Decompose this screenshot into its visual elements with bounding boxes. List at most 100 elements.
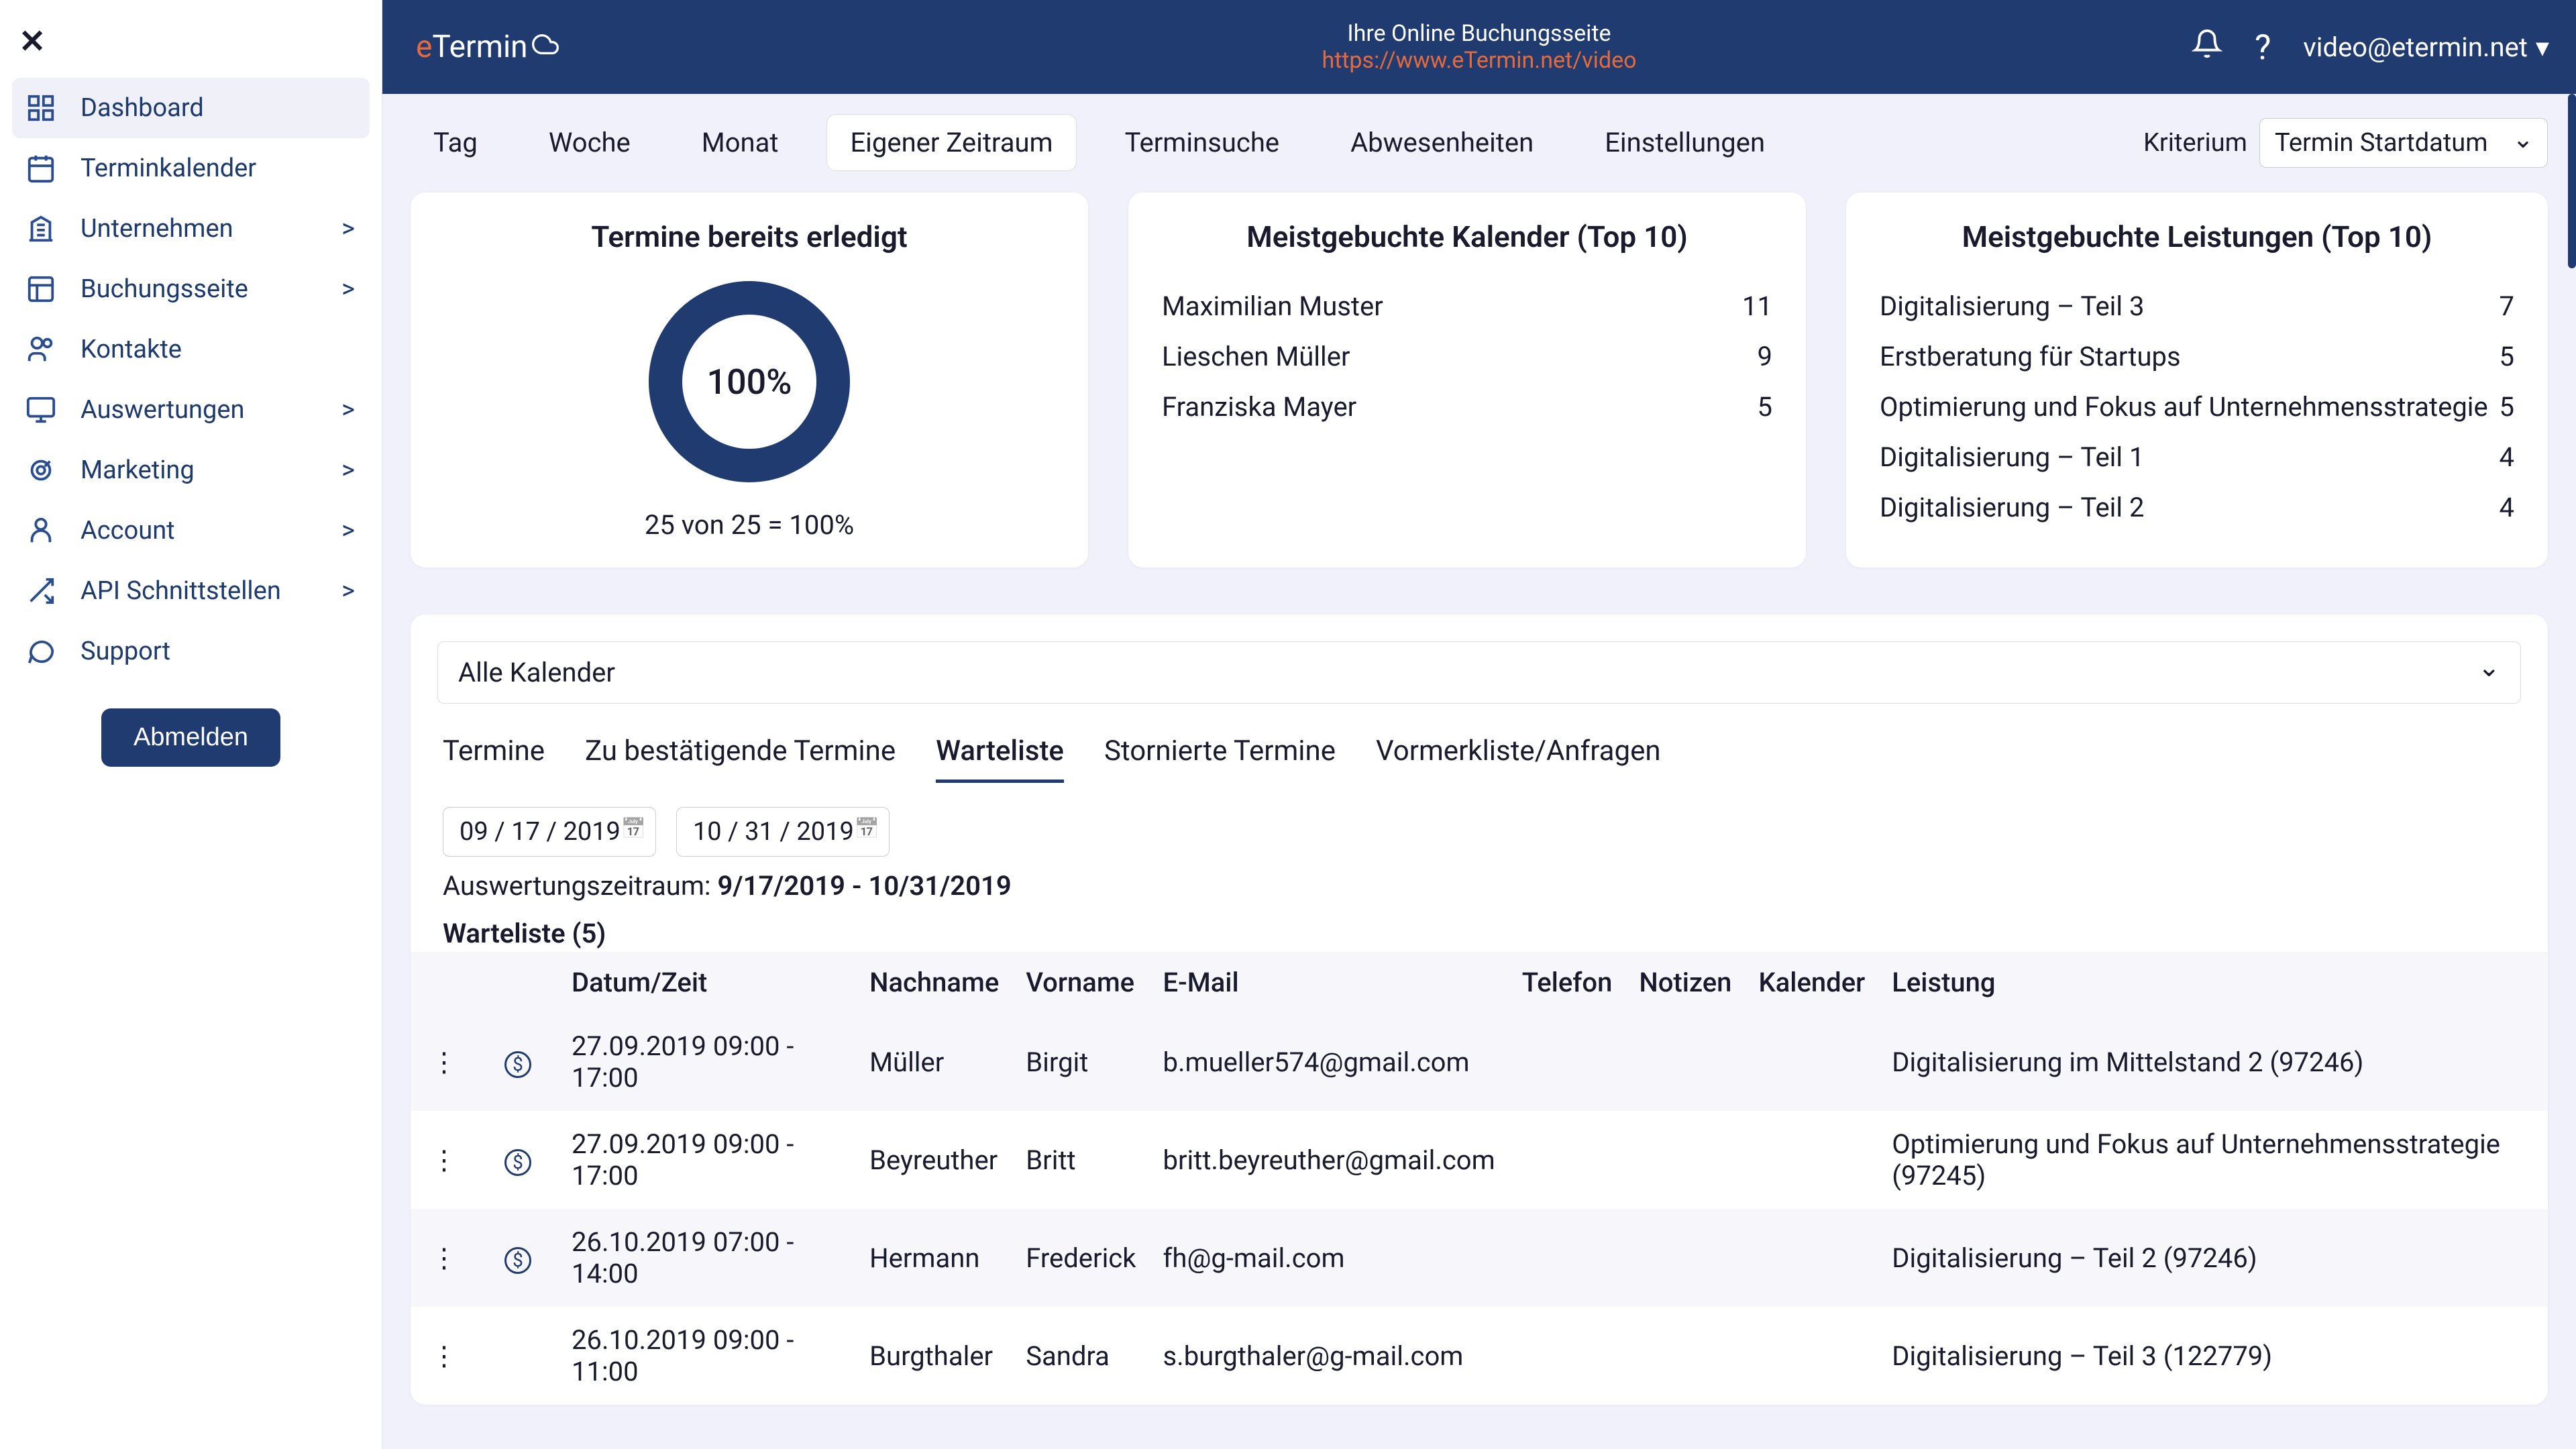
serv-list: Digitalisierung – Teil 37Erstberatung fü… (1880, 281, 2514, 533)
cal-list: Maximilian Muster11Lieschen Müller9Franz… (1162, 281, 1772, 432)
view-tab-woche[interactable]: Woche (526, 115, 653, 170)
row-payment-icon[interactable]: $ (478, 1111, 558, 1209)
cell-datetime: 26.10.2019 09:00 - 11:00 (558, 1307, 856, 1405)
cell-lastname: Hermann (856, 1209, 1012, 1307)
sidebar-item-unternehmen[interactable]: Unternehmen> (12, 199, 370, 259)
user-menu[interactable]: video@etermin.net ▾ (2303, 32, 2549, 63)
nav-icon (23, 513, 59, 549)
row-menu-icon[interactable]: ⋮ (411, 1111, 478, 1209)
calendar-filter-select[interactable]: Alle Kalender (437, 641, 2521, 704)
sub-tab-stornierte-termine[interactable]: Stornierte Termine (1104, 727, 1336, 783)
card-done-title: Termine bereits erledigt (444, 219, 1055, 254)
main: eTermin Ihre Online Buchungsseite https:… (382, 0, 2576, 1449)
nav-label: Terminkalender (80, 154, 359, 183)
cell-phone (1509, 1307, 1626, 1405)
row-payment-icon[interactable] (478, 1307, 558, 1405)
view-tab-terminsuche[interactable]: Terminsuche (1102, 115, 1302, 170)
logo: eTermin (416, 29, 559, 65)
view-tab-eigener-zeitraum[interactable]: Eigener Zeitraum (826, 114, 1076, 171)
row-menu-icon[interactable]: ⋮ (411, 1307, 478, 1405)
nav-icon (23, 573, 59, 609)
cell-service: Digitalisierung – Teil 2 (97246) (1878, 1209, 2548, 1307)
row-menu-icon[interactable]: ⋮ (411, 1013, 478, 1111)
sidebar-item-kontakte[interactable]: Kontakte (12, 319, 370, 380)
scroll-indicator[interactable] (2568, 94, 2576, 268)
cell-phone (1509, 1209, 1626, 1307)
cell-calendar (1745, 1111, 1878, 1209)
th-calendar[interactable]: Kalender (1745, 952, 1878, 1013)
booking-page-label: Ihre Online Buchungsseite (1322, 20, 1636, 47)
view-tab-einstellungen[interactable]: Einstellungen (1582, 115, 1788, 170)
user-email: video@etermin.net (2303, 32, 2528, 63)
th-datetime[interactable]: Datum/Zeit (558, 952, 856, 1013)
cell-phone (1509, 1111, 1626, 1209)
cell-datetime: 27.09.2019 09:00 - 17:00 (558, 1111, 856, 1209)
donut-pct: 100% (682, 315, 816, 449)
view-tab-tag[interactable]: Tag (411, 115, 500, 170)
nav-icon (23, 150, 59, 186)
th-phone[interactable]: Telefon (1509, 952, 1626, 1013)
sidebar-item-auswertungen[interactable]: Auswertungen> (12, 380, 370, 440)
cell-datetime: 27.09.2019 09:00 - 17:00 (558, 1013, 856, 1111)
th-service[interactable]: Leistung (1878, 952, 2548, 1013)
criterion-select[interactable]: Termin Startdatum (2259, 118, 2548, 168)
th-firstname[interactable]: Vorname (1012, 952, 1149, 1013)
cell-firstname: Sandra (1012, 1307, 1149, 1405)
chevron-right-icon: > (341, 516, 355, 545)
booking-page-link[interactable]: https://www.eTermin.net/video (1322, 47, 1636, 74)
cell-lastname: Burgthaler (856, 1307, 1012, 1405)
donut-chart: 100% (649, 281, 850, 482)
sidebar-item-support[interactable]: Support (12, 621, 370, 682)
topbar: eTermin Ihre Online Buchungsseite https:… (382, 0, 2576, 94)
th-lastname[interactable]: Nachname (856, 952, 1012, 1013)
view-tab-abwesenheiten[interactable]: Abwesenheiten (1328, 115, 1556, 170)
table-row[interactable]: ⋮ 26.10.2019 09:00 - 11:00BurgthalerSandr… (411, 1307, 2548, 1405)
nav-label: API Schnittstellen (80, 576, 341, 606)
chevron-right-icon: > (341, 214, 355, 244)
cell-notes (1625, 1209, 1745, 1307)
sidebar-item-account[interactable]: Account> (12, 500, 370, 561)
cell-notes (1625, 1307, 1745, 1405)
nav-icon (23, 452, 59, 488)
th-email[interactable]: E-Mail (1150, 952, 1509, 1013)
bell-icon[interactable] (2192, 28, 2222, 66)
logout-button[interactable]: Abmelden (101, 708, 280, 767)
chevron-right-icon: > (341, 395, 355, 425)
table-row[interactable]: ⋮$26.10.2019 07:00 - 14:00HermannFrederi… (411, 1209, 2548, 1307)
lower-panel: Alle Kalender Termine Zu bestätigende Ter… (411, 614, 2548, 1405)
cell-email: s.burgthaler@g-mail.com (1150, 1307, 1509, 1405)
top-center: Ihre Online Buchungsseite https://www.eT… (1322, 20, 1636, 74)
rank-row: Franziska Mayer5 (1162, 382, 1772, 432)
nav-icon (23, 271, 59, 307)
sidebar-item-buchungsseite[interactable]: Buchungsseite> (12, 259, 370, 319)
sub-tab-warteliste[interactable]: Warteliste (936, 727, 1064, 783)
cell-service: Digitalisierung – Teil 3 (122779) (1878, 1307, 2548, 1405)
cell-calendar (1745, 1013, 1878, 1111)
nav-icon (23, 211, 59, 247)
sidebar-item-api-schnittstellen[interactable]: API Schnittstellen> (12, 561, 370, 621)
sub-tab-zu-best-tigende-termine[interactable]: Zu bestätigende Termine (585, 727, 896, 783)
view-tab-monat[interactable]: Monat (679, 115, 802, 170)
sub-tab-vormerkliste-anfragen[interactable]: Vormerkliste/Anfragen (1376, 727, 1661, 783)
cell-datetime: 26.10.2019 07:00 - 14:00 (558, 1209, 856, 1307)
sub-tab-termine[interactable]: Termine (443, 727, 545, 783)
date-to-input[interactable]: 10 / 31 / 2019 (676, 807, 890, 857)
nav-label: Kontakte (80, 335, 359, 364)
date-from-input[interactable]: 09 / 17 / 2019 (443, 807, 656, 857)
table-row[interactable]: ⋮$27.09.2019 09:00 - 17:00BeyreutherBrit… (411, 1111, 2548, 1209)
th-notes[interactable]: Notizen (1625, 952, 1745, 1013)
row-payment-icon[interactable]: $ (478, 1209, 558, 1307)
row-menu-icon[interactable]: ⋮ (411, 1209, 478, 1307)
close-icon[interactable]: ✕ (19, 25, 370, 58)
waitlist-heading: Warteliste (5) (411, 911, 2548, 952)
waitlist-table: Datum/Zeit Nachname Vorname E-Mail Telef… (411, 952, 2548, 1405)
sidebar-item-dashboard[interactable]: Dashboard (12, 78, 370, 138)
help-icon[interactable]: ? (2255, 27, 2271, 68)
sidebar-item-marketing[interactable]: Marketing> (12, 440, 370, 500)
view-tabs: Tag Woche Monat Eigener Zeitraum Terminsuche… (411, 114, 1788, 171)
card-top-calendars: Meistgebuchte Kalender (Top 10) Maximili… (1128, 193, 1806, 568)
card-serv-title: Meistgebuchte Leistungen (Top 10) (1880, 219, 2514, 254)
table-row[interactable]: ⋮$27.09.2019 09:00 - 17:00MüllerBirgitb.… (411, 1013, 2548, 1111)
sidebar-item-terminkalender[interactable]: Terminkalender (12, 138, 370, 199)
row-payment-icon[interactable]: $ (478, 1013, 558, 1111)
